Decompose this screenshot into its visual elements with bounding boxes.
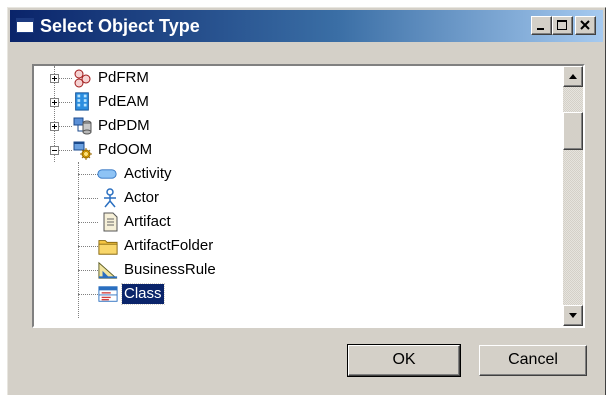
tree-item-label: PdOOM [98,141,153,158]
tree-item-class[interactable]: Class [34,282,334,306]
tree-item-pdpdm[interactable]: PdPDM [34,114,334,138]
tree-item-pdfrm[interactable]: PdFRM [34,66,334,90]
scroll-down-button[interactable] [563,305,583,326]
object-type-tree: PdFRM PdEAM PdPDM PdOOM Activity Actor A… [32,64,585,328]
ok-button[interactable]: OK [347,344,461,377]
vertical-scrollbar[interactable] [563,66,583,326]
select-object-type-dialog: Select Object Type PdFRM PdEAM PdPDM PdO… [7,7,606,395]
tree-connector [78,246,98,247]
tree-connector [78,294,98,295]
tree-view[interactable]: PdFRM PdEAM PdPDM PdOOM Activity Actor A… [34,66,563,326]
tree-item-label: PdPDM [98,117,150,134]
tree-item-businessrule[interactable]: BusinessRule [34,258,334,282]
tree-connector [78,198,98,199]
class-icon [98,286,118,302]
collapse-icon[interactable] [50,146,59,155]
maximize-icon [557,20,567,30]
tree-item-artifact[interactable]: Artifact [34,210,334,234]
tree-item-label: Actor [124,189,160,206]
cancel-button[interactable]: Cancel [479,345,587,376]
expand-icon[interactable] [50,122,59,131]
tree-connector [78,174,98,175]
tree-item-label: ArtifactFolder [124,237,214,254]
folder-icon [98,240,118,255]
close-icon [580,20,590,30]
tree-connector [78,270,98,271]
minimize-button[interactable] [531,16,552,35]
tree-item-activity[interactable]: Activity [34,162,334,186]
business-rule-icon [98,261,118,279]
tree-connector [78,222,98,223]
window-title: Select Object Type [40,16,200,36]
tree-item-label: BusinessRule [124,261,216,278]
minimize-icon [537,28,544,30]
frm-model-icon [74,69,91,88]
activity-icon [97,169,117,179]
tree-item-label: PdFRM [98,69,149,86]
pdm-model-icon [73,117,92,135]
expand-icon[interactable] [50,74,59,83]
tree-item-artifactfolder[interactable]: ArtifactFolder [34,234,334,258]
tree-item-label: Class [121,283,165,305]
tree-item-label: Artifact [124,213,171,230]
expand-icon[interactable] [50,98,59,107]
actor-icon [104,188,116,208]
tree-item-label: Activity [124,165,172,182]
tree-item-pdeam[interactable]: PdEAM [34,90,334,114]
arrow-down-icon [569,313,577,318]
title-bar[interactable]: Select Object Type [10,10,603,42]
tree-item-pdoom[interactable]: PdOOM [34,138,334,162]
oom-model-icon [73,141,92,160]
artifact-icon [103,212,118,232]
tree-item-actor[interactable]: Actor [34,186,334,210]
maximize-button[interactable] [552,16,573,35]
eam-model-icon [75,92,89,111]
scroll-up-button[interactable] [563,66,583,87]
window-icon [16,18,34,33]
scrollbar-thumb[interactable] [563,112,583,150]
tree-item-label: PdEAM [98,93,149,110]
close-button[interactable] [575,16,596,35]
arrow-up-icon [569,74,577,79]
